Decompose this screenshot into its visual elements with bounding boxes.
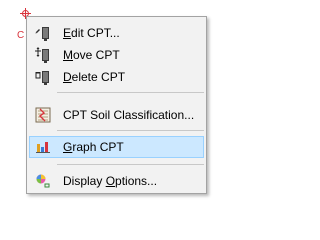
delete-cpt-icon — [35, 69, 51, 85]
display-options-icon — [35, 173, 51, 189]
menu-item-label: Edit CPT... — [63, 26, 120, 40]
menu-item-move-cpt[interactable]: Move CPT — [29, 44, 204, 66]
menu-item-delete-cpt[interactable]: Delete CPT — [29, 66, 204, 88]
menu-item-soil-classification[interactable]: CPT Soil Classification... — [29, 104, 204, 126]
menu-item-label: Delete CPT — [63, 70, 126, 84]
menu-item-graph-cpt[interactable]: Graph CPT — [29, 136, 204, 158]
context-menu: Edit CPT... Move CPT Delete CPT CPT Soil… — [26, 16, 207, 194]
menu-item-edit-cpt[interactable]: Edit CPT... — [29, 22, 204, 44]
menu-item-label: CPT Soil Classification... — [63, 108, 195, 122]
menu-item-label: Graph CPT — [63, 140, 124, 154]
menu-separator — [57, 92, 204, 93]
menu-item-label: Display Options... — [63, 174, 158, 188]
move-cpt-icon — [35, 47, 51, 63]
edit-cpt-icon — [35, 25, 51, 41]
graph-cpt-icon — [35, 139, 51, 155]
menu-item-display-options[interactable]: Display Options... — [29, 170, 204, 192]
menu-separator — [57, 130, 204, 131]
marker-label: C — [17, 30, 25, 41]
soil-classification-icon — [35, 107, 51, 123]
menu-separator — [57, 164, 204, 165]
menu-item-label: Move CPT — [63, 48, 120, 62]
